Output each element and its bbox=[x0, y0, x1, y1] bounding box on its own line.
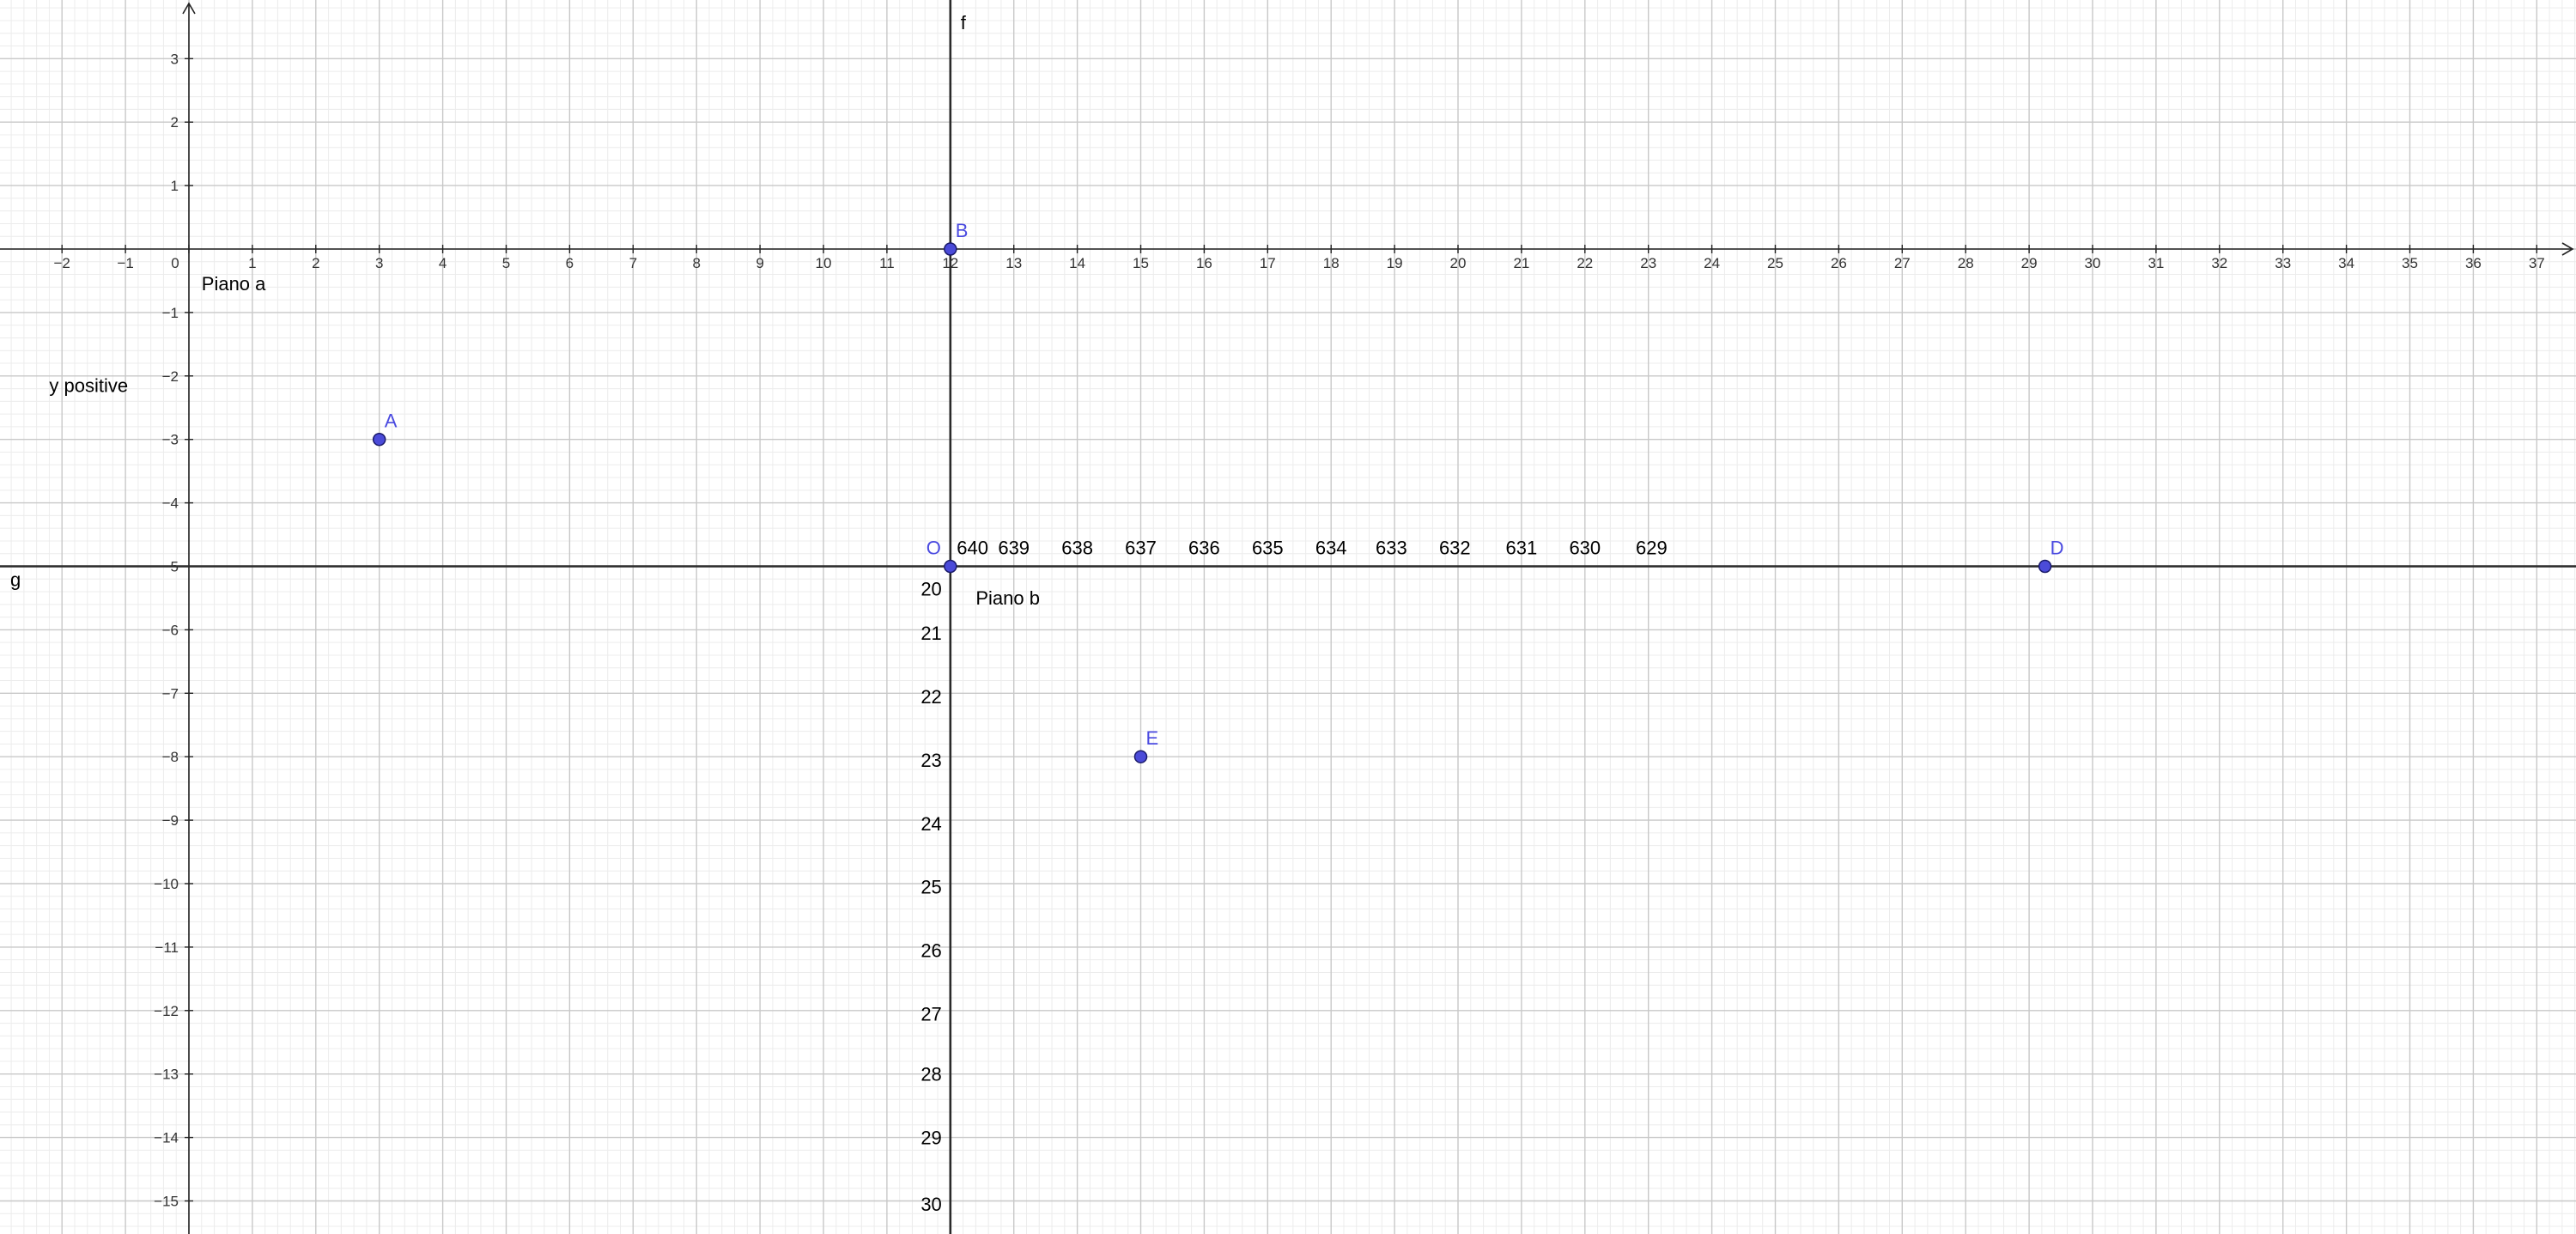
x-tick-label: 27 bbox=[1894, 255, 1911, 271]
y-tick-label: −4 bbox=[162, 495, 179, 512]
x-tick-label: 7 bbox=[629, 255, 637, 271]
secondary-y-label: 22 bbox=[920, 686, 941, 708]
point-E[interactable] bbox=[1133, 750, 1148, 763]
x-tick-label: 34 bbox=[2338, 255, 2354, 271]
point-label-B: B bbox=[956, 220, 969, 241]
point-label-A: A bbox=[385, 410, 398, 432]
secondary-y-label: 20 bbox=[920, 578, 941, 599]
x-tick-label: −1 bbox=[117, 255, 133, 271]
x-tick-label: 14 bbox=[1069, 255, 1085, 271]
text-piano-a[interactable]: Piano a bbox=[202, 273, 266, 295]
x-tick-label: 31 bbox=[2148, 255, 2164, 271]
x-tick-label: 13 bbox=[1005, 255, 1022, 271]
secondary-y-label: 23 bbox=[920, 750, 941, 771]
x-tick-label: 16 bbox=[1196, 255, 1212, 271]
graphics-view[interactable]: −2−1012345678910111213141516171819202122… bbox=[0, 0, 2576, 1234]
secondary-x-label: 630 bbox=[1569, 538, 1601, 559]
y-tick-label: −7 bbox=[162, 685, 179, 702]
y-tick-label: 2 bbox=[171, 114, 179, 131]
x-tick-label: 24 bbox=[1704, 255, 1720, 271]
point-A[interactable] bbox=[372, 432, 386, 447]
x-tick-label: 33 bbox=[2275, 255, 2291, 271]
y-tick-label: 3 bbox=[171, 51, 179, 67]
points[interactable]: A B O D E bbox=[372, 220, 2064, 763]
x-tick-label: 3 bbox=[375, 255, 383, 271]
secondary-x-label: 631 bbox=[1506, 538, 1538, 559]
x-tick-label: 4 bbox=[439, 255, 447, 271]
secondary-x-label: 632 bbox=[1439, 538, 1471, 559]
point-B[interactable] bbox=[944, 242, 957, 256]
line-label-g: g bbox=[10, 569, 21, 591]
x-tick-label: 28 bbox=[1958, 255, 1974, 271]
secondary-y-label: 27 bbox=[920, 1003, 941, 1024]
secondary-y-label: 25 bbox=[920, 877, 941, 898]
y-tick-label: −10 bbox=[154, 876, 179, 892]
secondary-y-label: 30 bbox=[920, 1194, 941, 1215]
secondary-x-label: 636 bbox=[1188, 538, 1220, 559]
axes bbox=[0, 2, 2574, 1234]
x-tick-label: 22 bbox=[1577, 255, 1593, 271]
x-tick-label: 37 bbox=[2529, 255, 2545, 271]
x-tick-label: 17 bbox=[1260, 255, 1276, 271]
x-tick-label: 19 bbox=[1387, 255, 1403, 271]
y-tick-label: −8 bbox=[162, 749, 179, 765]
x-tick-label: 20 bbox=[1450, 255, 1467, 271]
x-tick-label: 11 bbox=[879, 255, 895, 271]
x-tick-label: 26 bbox=[1831, 255, 1847, 271]
x-tick-label: 35 bbox=[2402, 255, 2418, 271]
point-label-O: O bbox=[927, 538, 941, 559]
y-tick-label: −12 bbox=[154, 1003, 179, 1019]
x-tick-label: 23 bbox=[1640, 255, 1656, 271]
x-tick-label: 8 bbox=[692, 255, 700, 271]
y-tick-label: −15 bbox=[154, 1194, 179, 1210]
secondary-x-label: 637 bbox=[1125, 538, 1157, 559]
x-tick-label: 18 bbox=[1323, 255, 1340, 271]
secondary-y-label: 28 bbox=[920, 1064, 941, 1085]
x-tick-label: 5 bbox=[502, 255, 510, 271]
point-label-E: E bbox=[1146, 727, 1159, 749]
y-tick-label: −14 bbox=[154, 1130, 179, 1146]
y-tick-label: −2 bbox=[162, 368, 179, 385]
point-O[interactable] bbox=[944, 559, 957, 574]
x-tick-label: 2 bbox=[312, 255, 319, 271]
x-tick-label: 36 bbox=[2465, 255, 2482, 271]
secondary-x-label: 640 bbox=[957, 538, 988, 559]
secondary-x-label: 638 bbox=[1061, 538, 1093, 559]
y-tick-label: −13 bbox=[154, 1067, 179, 1083]
x-tick-label: 9 bbox=[756, 255, 763, 271]
secondary-y-label: 24 bbox=[920, 813, 941, 835]
x-tick-label: 25 bbox=[1767, 255, 1783, 271]
y-tick-label: −6 bbox=[162, 622, 179, 638]
x-tick-label: 15 bbox=[1133, 255, 1149, 271]
x-tick-label: −2 bbox=[54, 255, 70, 271]
line-label-f: f bbox=[961, 12, 967, 33]
secondary-x-label: 629 bbox=[1636, 538, 1668, 559]
secondary-y-label: 21 bbox=[920, 623, 941, 644]
x-tick-label: 21 bbox=[1513, 255, 1529, 271]
secondary-y-label: 26 bbox=[920, 940, 941, 962]
y-tick-label: −3 bbox=[162, 432, 179, 448]
x-tick-label: 29 bbox=[2021, 255, 2038, 271]
x-tick-label: 30 bbox=[2085, 255, 2101, 271]
secondary-x-label: 633 bbox=[1376, 538, 1407, 559]
y-tick-label: 1 bbox=[171, 178, 179, 194]
secondary-x-label: 635 bbox=[1252, 538, 1284, 559]
point-D[interactable] bbox=[2038, 559, 2052, 574]
y-tick-label: −11 bbox=[155, 939, 179, 956]
point-label-D: D bbox=[2050, 538, 2064, 559]
secondary-x-label: 639 bbox=[998, 538, 1030, 559]
x-tick-label: 6 bbox=[566, 255, 574, 271]
text-y-positive[interactable]: y positive bbox=[49, 374, 128, 396]
x-tick-label: 10 bbox=[816, 255, 832, 271]
secondary-y-label: 29 bbox=[920, 1128, 941, 1149]
x-tick-label: 1 bbox=[248, 255, 256, 271]
text-piano-b[interactable]: Piano b bbox=[975, 587, 1040, 609]
y-tick-label: −1 bbox=[162, 305, 179, 321]
x-tick-label: 32 bbox=[2211, 255, 2227, 271]
secondary-x-label: 634 bbox=[1315, 538, 1347, 559]
x-tick-label: 0 bbox=[171, 255, 179, 271]
y-tick-label: −9 bbox=[162, 812, 179, 829]
secondary-labels: 640 639 638 637 636 635 634 633 632 631 630 629 20 21… bbox=[920, 538, 1667, 1216]
